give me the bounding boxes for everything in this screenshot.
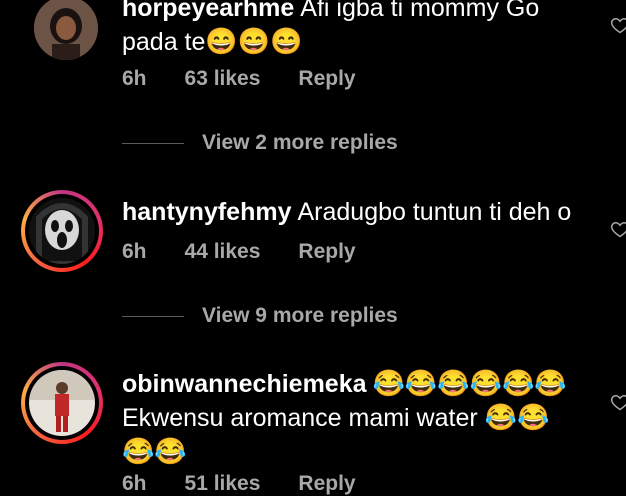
comment-text-line1: Ekwensu aromance mami water — [122, 404, 478, 432]
view-replies-button[interactable]: View 9 more replies — [122, 304, 398, 328]
view-replies-label: View 2 more replies — [202, 131, 398, 154]
avatar[interactable] — [34, 0, 98, 60]
reply-button[interactable]: Reply — [298, 67, 355, 91]
comment-time: 6h — [122, 240, 147, 263]
comment-text-line2: pada te — [122, 28, 206, 56]
avatar[interactable] — [21, 190, 103, 272]
comment-meta: 6h 51 likes Reply — [122, 472, 356, 496]
comment-meta: 6h 63 likes Reply — [122, 67, 356, 91]
heart-icon[interactable] — [610, 15, 626, 35]
reply-button[interactable]: Reply — [298, 472, 355, 496]
divider — [122, 142, 184, 144]
comment-time: 6h — [122, 472, 147, 495]
avatar[interactable] — [21, 362, 103, 444]
comment-time: 6h — [122, 67, 147, 90]
comment-text: horpeyearhme Afi igba ti mommy Go pada te… — [122, 0, 586, 59]
emoji: 😂😂 — [122, 436, 187, 466]
comment-likes[interactable]: 51 likes — [185, 472, 261, 496]
comment-meta: 6h 44 likes Reply — [122, 240, 356, 264]
divider — [122, 315, 184, 317]
comment-username[interactable]: hantynyfehmy — [122, 198, 291, 226]
comment-text: hantynyfehmy Aradugbo tuntun ti deh o — [122, 196, 586, 229]
comment-likes[interactable]: 44 likes — [185, 240, 261, 264]
heart-icon[interactable] — [610, 392, 626, 412]
reply-button[interactable]: Reply — [298, 240, 355, 264]
view-replies-button[interactable]: View 2 more replies — [122, 131, 398, 155]
comment-username[interactable]: horpeyearhme — [122, 0, 294, 22]
view-replies-label: View 9 more replies — [202, 304, 398, 327]
emoji: 😂😂😂😂😂😂 — [372, 368, 567, 398]
comment-username[interactable]: obinwannechiemeka — [122, 370, 367, 398]
heart-icon[interactable] — [610, 219, 626, 239]
emoji: 😂😂 — [484, 402, 550, 432]
comment-text: obinwannechiemeka 😂😂😂😂😂😂 Ekwensu aromance… — [122, 367, 586, 469]
emoji: 😄😄😄 — [205, 26, 303, 56]
comment-text-line1: Aradugbo tuntun ti deh o — [297, 198, 572, 226]
comment-text-line1: Afi igba ti mommy Go — [300, 0, 540, 22]
comment-likes[interactable]: 63 likes — [185, 67, 261, 91]
